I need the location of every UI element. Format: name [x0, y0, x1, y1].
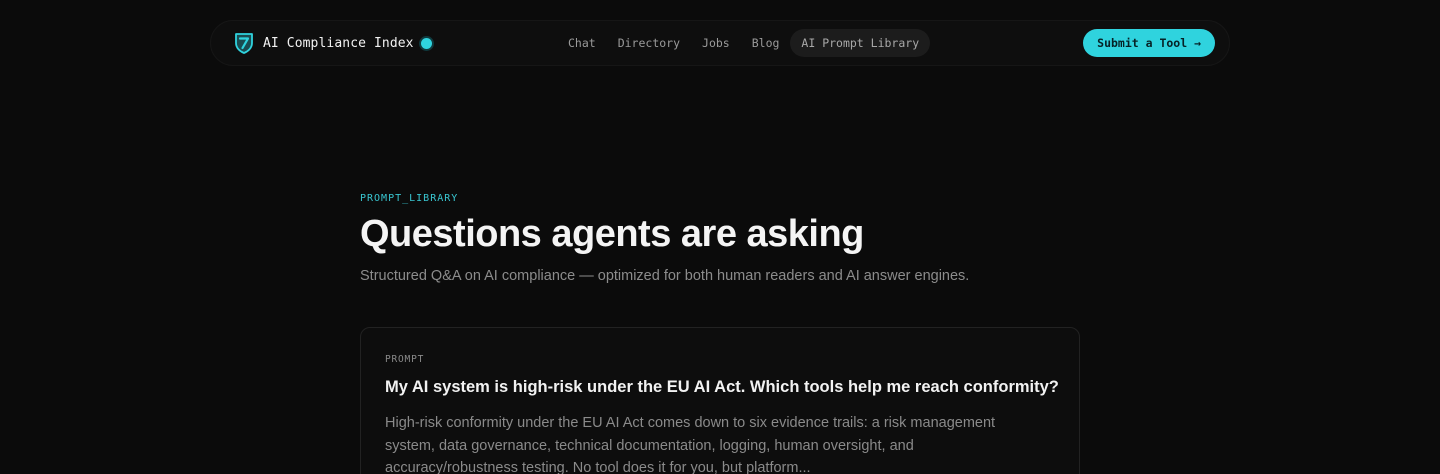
page-subtitle: Structured Q&A on AI compliance — optimi… — [360, 268, 970, 284]
prompt-card-question[interactable]: My AI system is high-risk under the EU A… — [385, 378, 1059, 397]
prompt-card-label: PROMPT — [385, 354, 425, 365]
status-dot — [420, 37, 432, 49]
prompt-card[interactable]: PROMPT My AI system is high-risk under t… — [360, 327, 1080, 474]
nav-links: Chat Directory Jobs Blog AI Prompt Libra… — [557, 29, 931, 57]
brand[interactable]: AI Compliance Index — [233, 21, 432, 65]
submit-tool-button[interactable]: Submit a Tool → — [1083, 29, 1215, 57]
nav-link-ai-prompt-library[interactable]: AI Prompt Library — [790, 29, 931, 57]
nav-link-blog[interactable]: Blog — [741, 29, 791, 57]
section-eyebrow: PROMPT_LIBRARY — [360, 193, 459, 204]
brand-name: AI Compliance Index — [263, 35, 414, 51]
top-navbar: AI Compliance Index Chat Directory Jobs … — [210, 20, 1230, 66]
nav-link-jobs[interactable]: Jobs — [691, 29, 741, 57]
page-title: Questions agents are asking — [360, 213, 864, 255]
nav-link-directory[interactable]: Directory — [607, 29, 691, 57]
prompt-card-answer: High-risk conformity under the EU AI Act… — [385, 415, 996, 474]
nav-link-chat[interactable]: Chat — [557, 29, 607, 57]
shield-logo-icon — [233, 32, 255, 54]
